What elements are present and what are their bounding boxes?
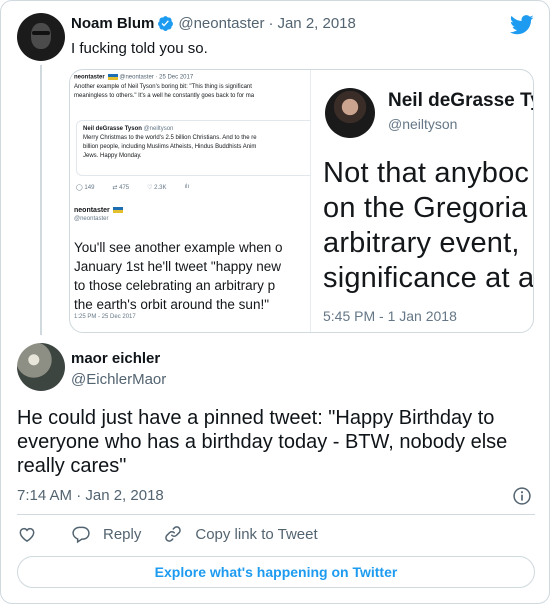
embedded-header: neontaster @neontaster · 25 Dec 2017 [74,74,193,81]
embedded-like-count: ♡ 2.3K [147,185,167,191]
quote-header: Neil deGrasse Tyson @neiltyson [83,125,310,134]
parent-date[interactable]: Jan 2, 2018 [277,15,355,32]
copy-link-label: Copy link to Tweet [195,525,318,543]
embedded-header-name: neontaster [74,74,105,81]
embedded-text-line: meaningless to others." It's a well he c… [74,93,255,99]
embedded-header-meta: @neontaster · 25 Dec 2017 [119,74,194,81]
stat-value: 149 [84,185,95,191]
info-icon[interactable] [512,486,532,506]
link-icon [165,526,182,542]
stat-value: 2.3K [154,185,167,191]
reply-handle[interactable]: @EichlerMaor [71,371,166,388]
copy-link-button[interactable]: Copy link to Tweet [163,524,318,544]
quote-author-name: Neil deGrasse Tyson [83,126,142,132]
quote-handle: @neiltyson [143,126,174,132]
ndt-line: arbitrary event, [323,227,520,259]
embedded-retweet-count: ⇄ 475 [112,185,130,191]
parent-author-name[interactable]: Noam Blum [71,15,154,32]
parent-handle[interactable]: @neontaster [178,15,264,32]
quote-line: billion people, including Muslims Atheis… [83,144,257,150]
flag-icon [107,74,118,80]
ndt-name: Neil deGrasse Ty [388,90,533,111]
embedded-reply-name: neontaster [74,207,110,214]
parent-tweet-text: I fucking told you so. [71,40,208,57]
embedded-reply-time: 1:25 PM - 25 Dec 2017 [74,314,136,320]
tweet-embed-card: Noam Blum @neontaster · Jan 2, 2018 I fu… [0,0,550,604]
embedded-reply-line: to those celebrating an arbitrary p [74,278,276,293]
embedded-screenshot-image[interactable]: neontaster @neontaster · 25 Dec 2017 Ano… [69,69,534,333]
twitter-bird-icon[interactable] [510,15,534,35]
quote-line: Jews. Happy Monday. [83,153,142,159]
embedded-reply-line: the earth's orbit around the sun!" [74,297,269,312]
flag-icon [112,207,123,214]
embedded-stats-row: ◯ 149 ⇄ 475 ♡ 2.3K ılı [76,184,189,191]
avatar-face [31,23,51,49]
embedded-right-panel: Neil deGrasse Ty @neiltyson Not that any… [311,70,533,332]
embedded-text: Another example of Neil Tyson's boring b… [74,83,310,101]
explore-twitter-button[interactable]: Explore what's happening on Twitter [17,556,535,588]
analytics-icon: ılı [184,184,190,190]
reply-tweet-text: He could just have a pinned tweet: "Happ… [17,407,508,477]
ndt-line: significance at a [323,262,533,294]
embedded-quote-tweet: Neil deGrasse Tyson @neiltyson Merry Chr… [76,120,310,176]
embedded-left-panel: neontaster @neontaster · 25 Dec 2017 Ano… [70,70,311,332]
divider [17,514,535,515]
embedded-reply-handle: @neontaster [74,216,109,222]
action-bar: Reply Copy link to Tweet [17,524,318,544]
embedded-text-line: Another example of Neil Tyson's boring b… [74,84,252,90]
embedded-reply-header: neontaster @neontaster [74,206,123,224]
ndt-line: Not that anyboc [323,157,530,189]
avatar-glasses [32,31,50,35]
quote-line: Merry Christmas to the world's 2.5 billi… [83,135,257,141]
ndt-avatar [325,88,375,138]
ndt-handle: @neiltyson [388,116,458,132]
stat-value: 475 [119,185,130,191]
noam-blum-avatar[interactable] [17,13,65,61]
dot-separator: · [268,15,274,32]
verified-badge-icon [158,16,174,31]
reply-label: Reply [103,525,142,543]
embedded-reply-line: January 1st he'll tweet "happy new [74,259,281,274]
embedded-reply-count: ◯ 149 [76,185,95,191]
parent-author-row: Noam Blum @neontaster · Jan 2, 2018 [71,15,356,32]
ndt-tweet-text: Not that anyboc on the Gregoria arbitrar… [323,156,533,296]
embedded-reply-text: You'll see another example when o Januar… [74,238,282,314]
reply-timestamp[interactable]: 7:14 AM · Jan 2, 2018 [17,487,164,504]
thread-line [40,65,42,335]
reply-button[interactable]: Reply [71,524,141,544]
maor-eichler-avatar[interactable] [17,343,65,391]
reply-author-name[interactable]: maor eichler [71,350,160,367]
like-button[interactable] [17,524,37,544]
ndt-line: on the Gregoria [323,192,528,224]
embedded-reply-line: You'll see another example when o [74,240,283,255]
heart-icon [19,527,35,542]
ndt-time: 5:45 PM - 1 Jan 2018 [323,308,457,324]
reply-bubble-icon [72,526,90,544]
